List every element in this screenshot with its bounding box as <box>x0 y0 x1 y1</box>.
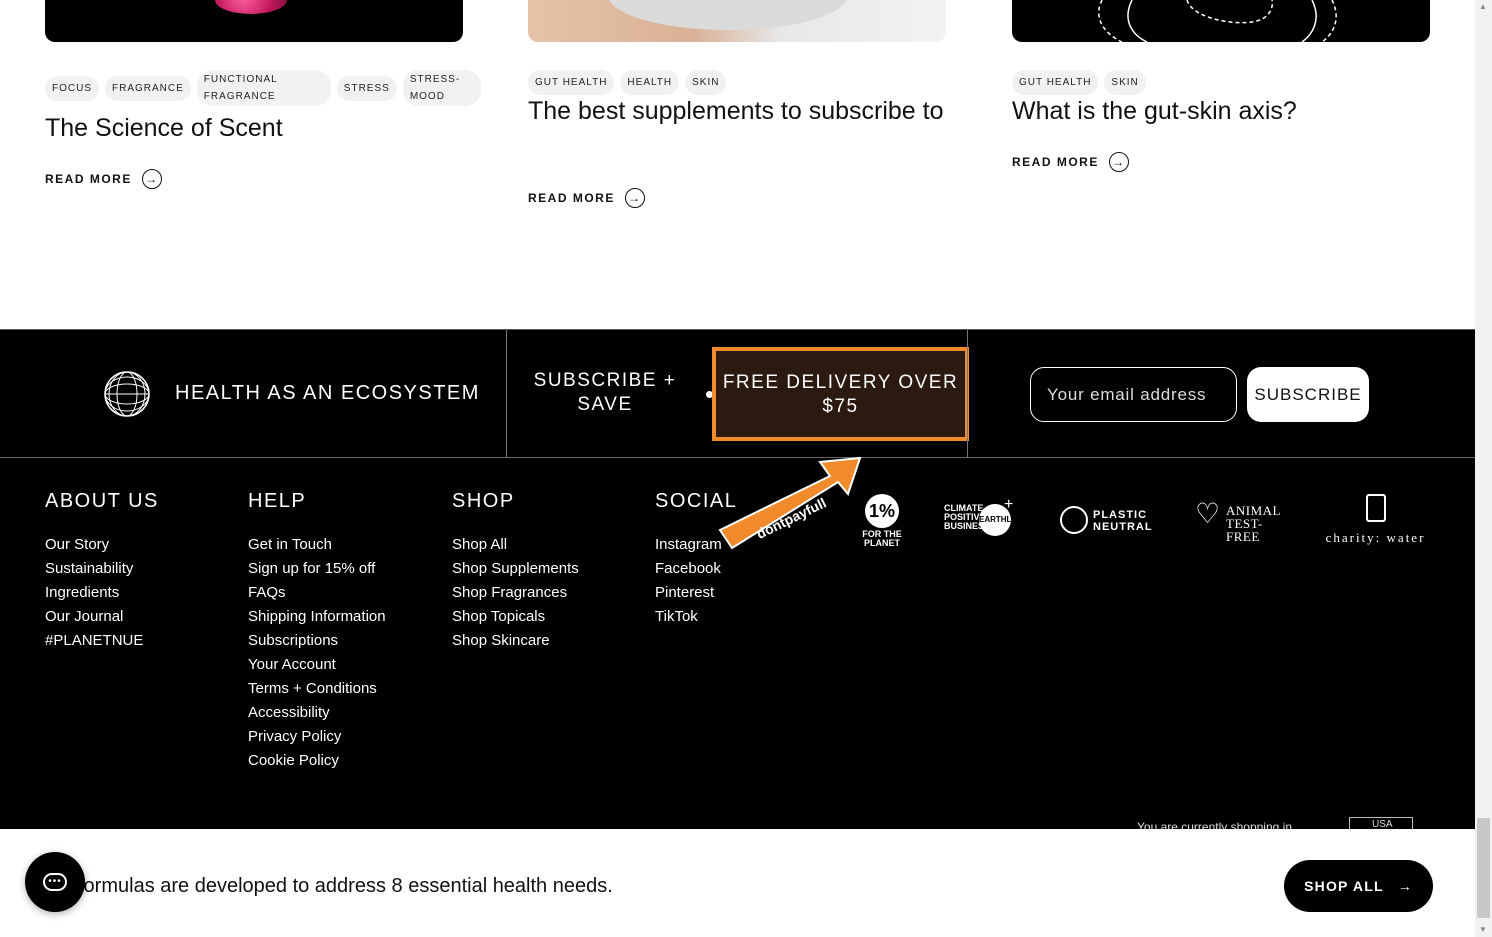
scroll-down-icon[interactable]: ▼ <box>1479 925 1487 934</box>
footer-column-shop: SHOP Shop All Shop Supplements Shop Frag… <box>452 490 579 653</box>
tag-fragrance[interactable]: FRAGRANCE <box>105 75 191 101</box>
footer-link-signup-discount[interactable]: Sign up for 15% off <box>248 557 386 581</box>
footer-link-tiktok[interactable]: TikTok <box>655 605 737 629</box>
article-image[interactable] <box>45 0 463 42</box>
tag-list: FOCUS FRAGRANCE FUNCTIONAL FRAGRANCE STR… <box>45 70 481 106</box>
footer-link-shop-supplements[interactable]: Shop Supplements <box>452 557 579 581</box>
tag-skin[interactable]: SKIN <box>685 70 727 95</box>
footer-link-subscriptions[interactable]: Subscriptions <box>248 629 386 653</box>
email-input[interactable] <box>1030 367 1237 422</box>
chat-icon: ••• <box>43 873 67 891</box>
article-title[interactable]: What is the gut-skin axis? <box>1012 93 1297 130</box>
vertical-scrollbar[interactable]: ▲ ▼ <box>1475 0 1492 937</box>
arrow-right-icon: → <box>1397 878 1413 894</box>
footer-link-our-story[interactable]: Our Story <box>45 533 159 557</box>
subscribe-band: HEALTH AS AN ECOSYSTEM SUBSCRIBE + SAVE … <box>0 329 1475 459</box>
footer-link-faqs[interactable]: FAQs <box>248 581 386 605</box>
sticky-bottom-bar: formulas are developed to address 8 esse… <box>0 829 1475 937</box>
stone-graphic <box>608 0 848 30</box>
footer-link-shop-topicals[interactable]: Shop Topicals <box>452 605 579 629</box>
footer-link-shop-all[interactable]: Shop All <box>452 533 579 557</box>
plastic-neutral-text: PLASTIC NEUTRAL <box>1093 509 1153 533</box>
footer-column-about: ABOUT US Our Story Sustainability Ingred… <box>45 490 159 653</box>
body-outline-graphic <box>1098 0 1337 42</box>
article-card-gut-skin: GUT HEALTH SKIN What is the gut-skin axi… <box>1012 0 1430 172</box>
article-image[interactable] <box>1012 0 1430 42</box>
footer-heading: ABOUT US <box>45 490 159 512</box>
charity-water-logo: charity: water <box>1318 494 1433 546</box>
tag-gut-health[interactable]: GUT HEALTH <box>1012 70 1099 95</box>
footer-link-shop-skincare[interactable]: Shop Skincare <box>452 629 579 653</box>
footer-link-privacy[interactable]: Privacy Policy <box>248 725 386 749</box>
read-more-label: READ MORE <box>1012 155 1099 169</box>
footer-link-our-journal[interactable]: Our Journal <box>45 605 159 629</box>
read-more-link[interactable]: READ MORE → <box>1012 152 1129 172</box>
footer-heading: SHOP <box>452 490 515 512</box>
sticky-message: formulas are developed to address 8 esse… <box>78 875 613 897</box>
footer-link-shipping[interactable]: Shipping Information <box>248 605 386 629</box>
globe-icon <box>104 371 150 417</box>
subscribe-button[interactable]: SUBSCRIBE <box>1247 367 1369 422</box>
shop-all-label: SHOP ALL <box>1304 878 1384 894</box>
free-delivery-banner: FREE DELIVERY OVER $75 <box>712 347 969 441</box>
article-image[interactable] <box>528 0 946 42</box>
footer-link-facebook[interactable]: Facebook <box>655 557 737 581</box>
plastic-neutral-logo: PLASTIC NEUTRAL <box>1060 506 1160 538</box>
footer-link-shop-fragrances[interactable]: Shop Fragrances <box>452 581 579 605</box>
read-more-link[interactable]: READ MORE → <box>45 169 162 189</box>
read-more-label: READ MORE <box>528 191 615 205</box>
wave-icon <box>1060 506 1088 534</box>
climate-text: CLIMATE POSITIVE BUSINESS <box>944 503 991 531</box>
tag-focus[interactable]: FOCUS <box>45 75 99 101</box>
read-more-label: READ MORE <box>45 172 132 186</box>
article-card-supplements: GUT HEALTH HEALTH SKIN The best suppleme… <box>528 0 946 208</box>
tag-stress[interactable]: STRESS <box>336 75 397 101</box>
tag-health[interactable]: HEALTH <box>620 70 680 95</box>
article-card-science-of-scent: FOCUS FRAGRANCE FUNCTIONAL FRAGRANCE STR… <box>45 0 481 189</box>
footer-link-sustainability[interactable]: Sustainability <box>45 557 159 581</box>
footer-link-terms[interactable]: Terms + Conditions <box>248 677 386 701</box>
article-title[interactable]: The Science of Scent <box>45 110 283 147</box>
footer-link-pinterest[interactable]: Pinterest <box>655 581 737 605</box>
arrow-right-icon: → <box>1108 152 1129 172</box>
scrollbar-thumb[interactable] <box>1477 818 1490 918</box>
jerrycan-icon <box>1365 494 1386 522</box>
read-more-link[interactable]: READ MORE → <box>528 188 645 208</box>
tag-list: GUT HEALTH SKIN <box>1012 70 1146 95</box>
shop-all-button[interactable]: SHOP ALL → <box>1284 860 1433 912</box>
subscribe-save-text: SUBSCRIBE + SAVE <box>533 370 677 415</box>
flower-graphic <box>215 0 287 14</box>
footer-link-ingredients[interactable]: Ingredients <box>45 581 159 605</box>
tag-gut-health[interactable]: GUT HEALTH <box>528 70 615 95</box>
heart-icon: ♡ <box>1195 498 1221 529</box>
divider <box>967 330 968 459</box>
tag-functional-fragrance[interactable]: FUNCTIONAL FRAGRANCE <box>196 70 331 106</box>
footer-link-get-in-touch[interactable]: Get in Touch <box>248 533 386 557</box>
page: FOCUS FRAGRANCE FUNCTIONAL FRAGRANCE STR… <box>0 0 1475 937</box>
footer-link-cookie[interactable]: Cookie Policy <box>248 749 386 773</box>
plus-icon: + <box>1004 496 1014 513</box>
tag-list: GUT HEALTH HEALTH SKIN <box>528 70 727 95</box>
footer-column-help: HELP Get in Touch Sign up for 15% off FA… <box>248 490 386 773</box>
arrow-right-icon: → <box>624 188 645 208</box>
animal-test-free-text: ANIMAL TEST-FREE <box>1226 503 1281 544</box>
footer-link-accessibility[interactable]: Accessibility <box>248 701 386 725</box>
animal-test-free-logo: ♡ ANIMAL TEST-FREE <box>1195 498 1287 544</box>
scroll-up-icon[interactable]: ▲ <box>1479 2 1487 11</box>
divider <box>506 330 507 459</box>
tag-skin[interactable]: SKIN <box>1104 70 1146 95</box>
arrow-right-icon: → <box>141 169 162 189</box>
ecosystem-tagline: HEALTH AS AN ECOSYSTEM <box>175 382 480 404</box>
climate-positive-logo: CLIMATE POSITIVE BUSINESS EARTHLY + <box>944 496 1016 540</box>
charity-water-text: charity: water <box>1325 530 1426 545</box>
footer-heading: HELP <box>248 490 307 512</box>
article-title[interactable]: The best supplements to subscribe to <box>528 93 948 130</box>
promo-arrow-overlay: dontpayfull <box>718 456 862 550</box>
footer-link-account[interactable]: Your Account <box>248 653 386 677</box>
footer-link-planetnue[interactable]: #PLANETNUE <box>45 629 159 653</box>
chat-launcher-button[interactable]: ••• <box>25 852 85 912</box>
tag-stress-mood[interactable]: STRESS-MOOD <box>402 70 481 106</box>
